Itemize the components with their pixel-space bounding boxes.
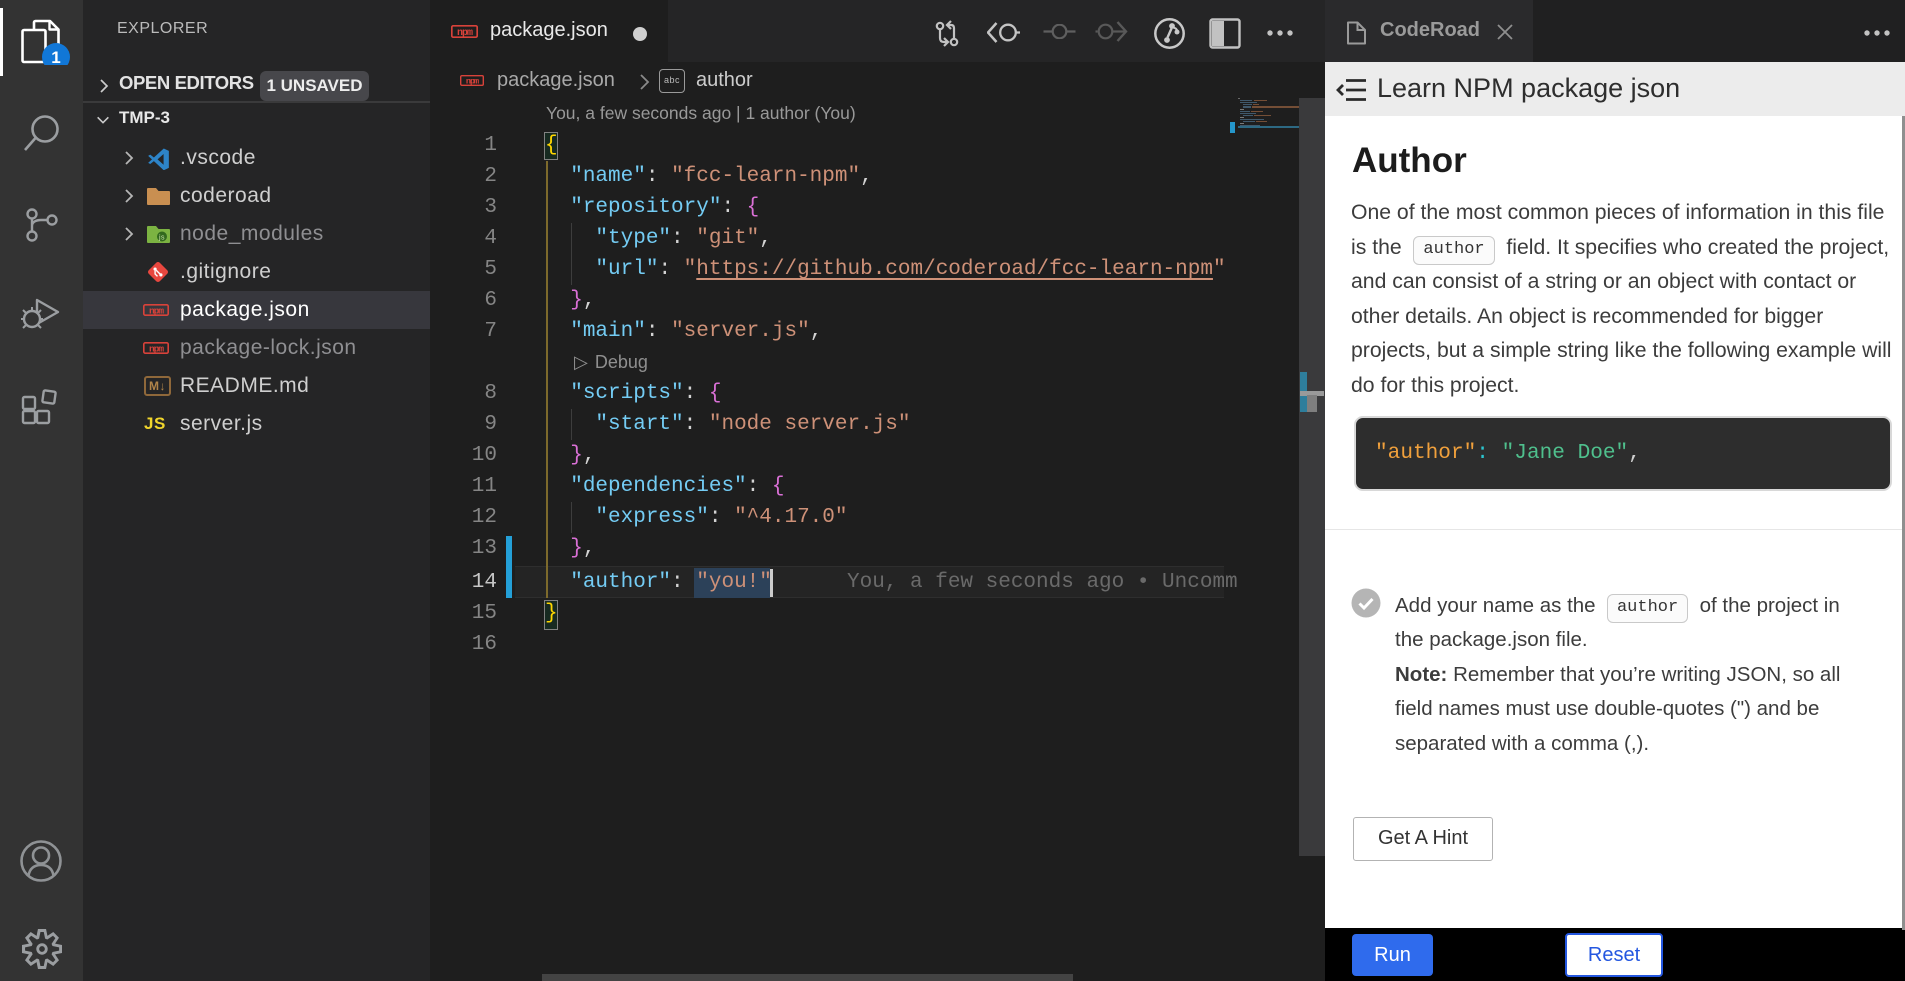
svg-text:1: 1	[51, 48, 60, 65]
svg-text:npm: npm	[466, 77, 479, 86]
svg-text:npm: npm	[457, 28, 473, 38]
svg-text:npm: npm	[149, 305, 164, 316]
svg-text:js: js	[158, 235, 165, 242]
svg-text:npm: npm	[149, 343, 164, 354]
